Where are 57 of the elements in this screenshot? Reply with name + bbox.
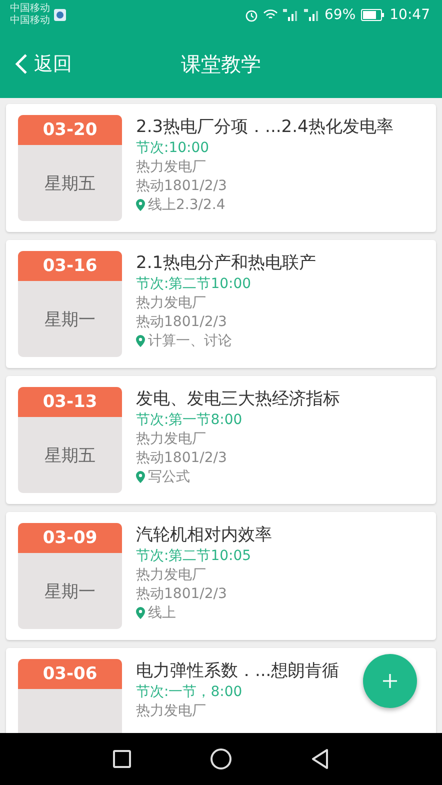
course-name: 热力发电厂 <box>136 158 207 176</box>
class-name: 热动1801/2/3 <box>136 449 228 467</box>
lesson-card[interactable]: 03-13 星期五 发电、发电三大热经济指标 节次:第一节8:00 热力发电厂 热动1801/2/3 写公式 <box>6 376 436 504</box>
lesson-title: 汽轮机相对内效率 <box>136 524 272 546</box>
class-name: 热动1801/2/3 <box>136 177 228 195</box>
weekday: 星期一 <box>44 308 96 330</box>
lesson-location: 线上2.3/2.4 <box>148 196 226 214</box>
lesson-card[interactable]: 03-06 电力弹性系数．...想朗肯循 节次:一节，8:00 热力发电厂 <box>6 648 436 733</box>
location-pin-icon <box>136 607 145 619</box>
plus-icon <box>382 673 398 689</box>
lesson-session: 节次:10:00 <box>136 139 210 157</box>
weekday: 星期五 <box>44 444 96 466</box>
weekday: 星期五 <box>44 172 96 194</box>
lesson-card[interactable]: 03-09 星期一 汽轮机相对内效率 节次:第二节10:05 热力发电厂 热动1801/2/3 线上 <box>6 512 436 640</box>
lesson-title: 2.1热电分产和热电联产 <box>136 252 316 274</box>
class-name: 热动1801/2/3 <box>136 313 228 331</box>
lesson-session: 节次:第二节10:05 <box>136 547 252 565</box>
back-icon <box>14 53 28 75</box>
home-button[interactable] <box>210 748 232 770</box>
weekday: 星期一 <box>44 580 96 602</box>
lesson-date: 03-09 <box>18 523 122 553</box>
location-pin-icon <box>136 199 145 211</box>
course-name: 热力发电厂 <box>136 294 207 312</box>
battery-percent: 69% <box>324 7 356 23</box>
signal-icon <box>304 9 320 21</box>
lesson-title: 2.3热电厂分项．...2.4热化发电率 <box>136 116 394 138</box>
wifi-icon <box>262 9 278 21</box>
course-name: 热力发电厂 <box>136 430 207 448</box>
course-name: 热力发电厂 <box>136 566 207 584</box>
app-icon <box>53 8 67 22</box>
lesson-title: 发电、发电三大热经济指标 <box>136 388 340 410</box>
carrier-name: 中国移动 <box>10 15 50 27</box>
lesson-card[interactable]: 03-16 星期一 2.1热电分产和热电联产 节次:第二节10:00 热力发电厂 热动1801/2/3 计算一、讨论 <box>6 240 436 368</box>
lesson-card[interactable]: 03-20 星期五 2.3热电厂分项．...2.4热化发电率 节次:10:00 热力发电厂 热动1801/2/3 线上2.3/2.4 <box>6 104 436 232</box>
lesson-session: 节次:一节，8:00 <box>136 683 244 701</box>
lesson-date: 03-16 <box>18 251 122 281</box>
lesson-location: 计算一、讨论 <box>148 332 232 350</box>
carrier-name: 中国移动 <box>10 3 50 14</box>
recent-apps-button[interactable] <box>112 749 132 769</box>
page-title: 课堂教学 <box>181 50 261 78</box>
clock-time: 10:47 <box>390 7 430 23</box>
location-pin-icon <box>136 471 145 483</box>
class-name: 热动1801/2/3 <box>136 585 228 603</box>
lesson-session: 节次:第一节8:00 <box>136 411 244 429</box>
lesson-date: 03-20 <box>18 115 122 145</box>
battery-icon <box>360 9 385 21</box>
lesson-session: 节次:第二节10:00 <box>136 275 252 293</box>
lesson-location: 写公式 <box>148 468 190 486</box>
lesson-title: 电力弹性系数．...想朗肯循 <box>136 660 340 682</box>
location-pin-icon <box>136 335 145 347</box>
alarm-icon <box>244 8 258 22</box>
course-name: 热力发电厂 <box>136 702 207 720</box>
lesson-location: 线上 <box>148 604 176 622</box>
lesson-date: 03-13 <box>18 387 122 417</box>
lesson-date: 03-06 <box>18 659 122 689</box>
back-nav-button[interactable] <box>310 748 330 770</box>
signal-icon <box>282 9 299 21</box>
